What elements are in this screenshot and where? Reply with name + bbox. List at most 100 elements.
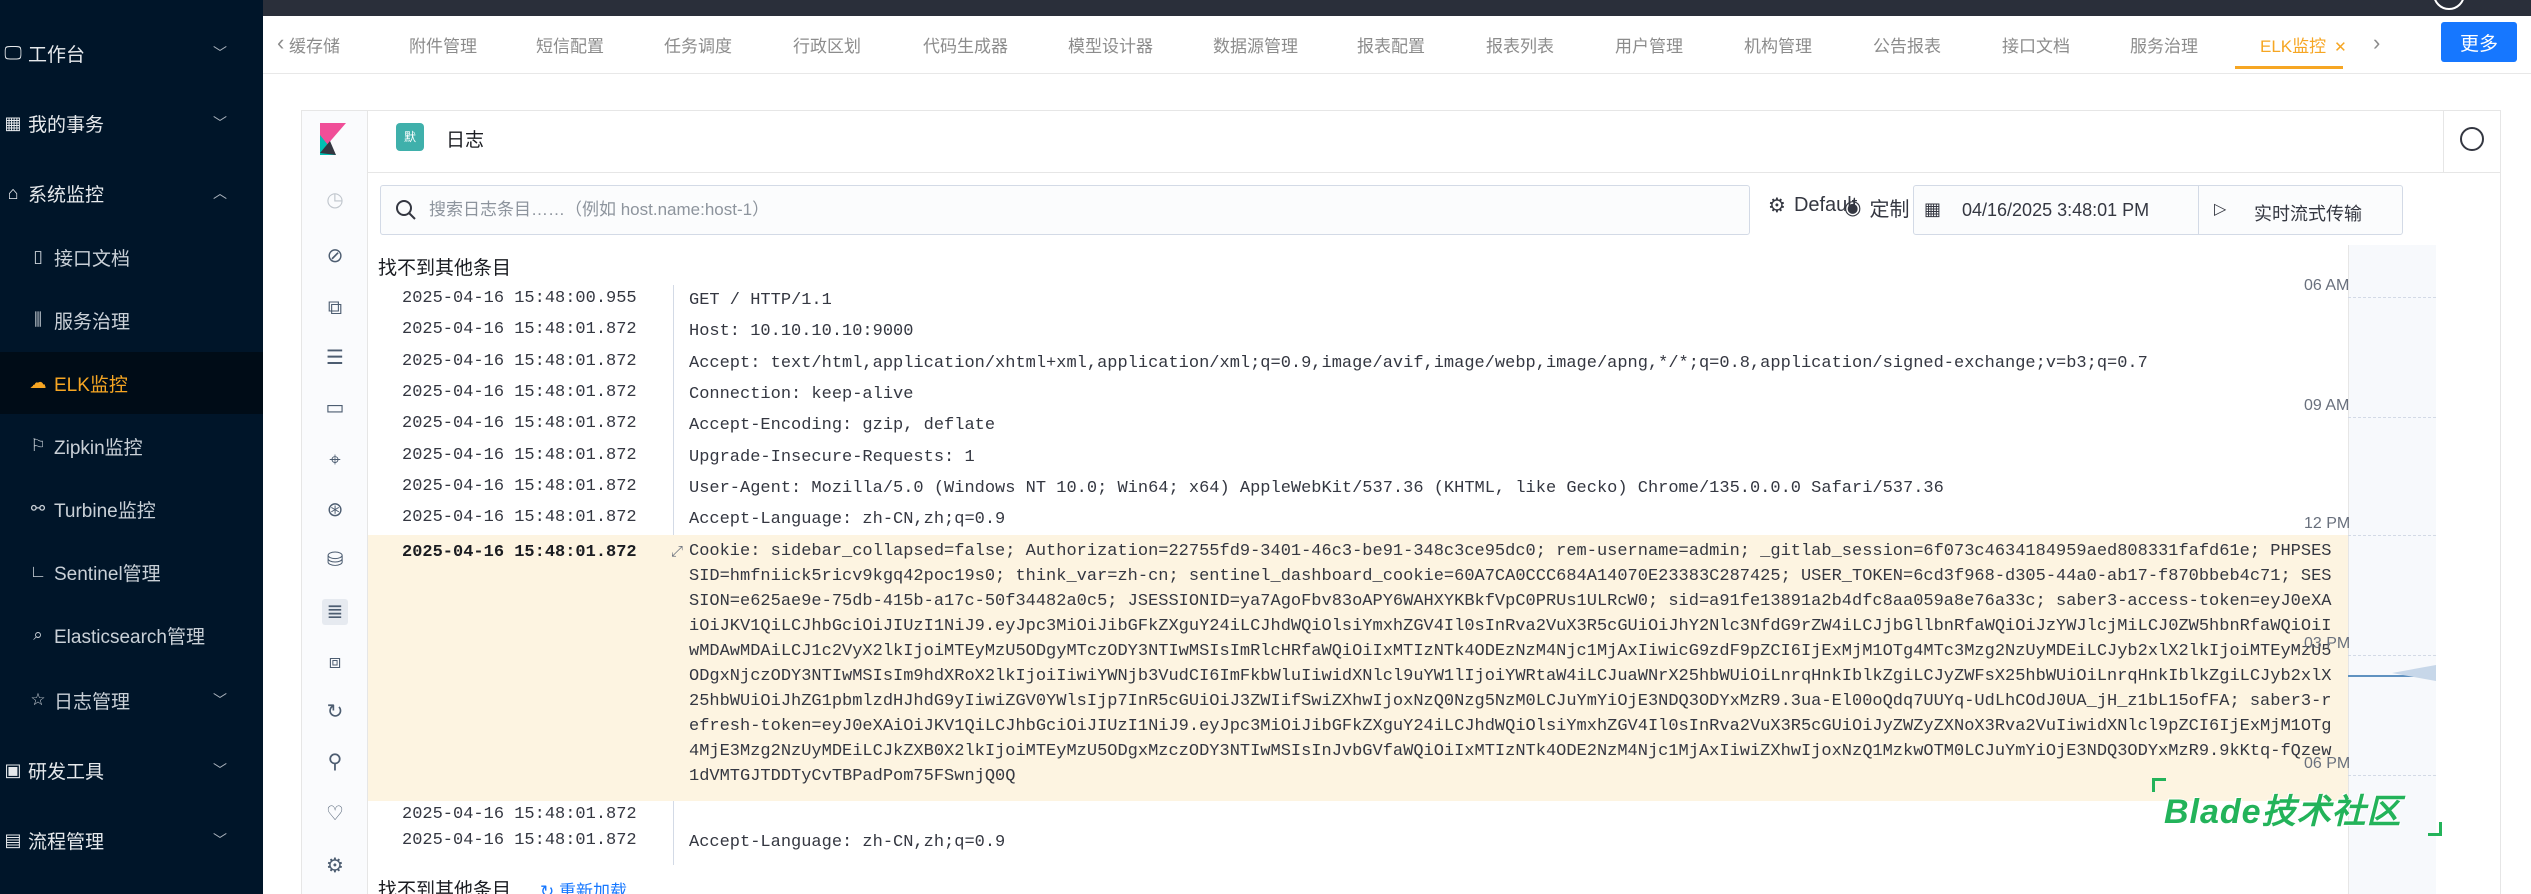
log-entry[interactable]: 2025-04-16 15:48:01.872 Accept-Language: … — [368, 504, 2358, 535]
log-entry[interactable]: 2025-04-16 15:48:01.872 — [368, 801, 2358, 827]
tab-report-list[interactable]: 报表列表 — [1486, 32, 1554, 57]
apm-icon[interactable]: ⧈ — [322, 649, 348, 675]
sidebar-item-label: Sentinel管理 — [54, 563, 161, 585]
dashboard-icon[interactable]: ⧉ — [322, 295, 348, 321]
gear-icon[interactable]: ⚙ — [322, 853, 348, 879]
tab-users[interactable]: 用户管理 — [1615, 32, 1683, 57]
date-value[interactable]: 04/16/2025 3:48:01 PM — [1962, 200, 2149, 221]
logs-icon[interactable]: ≣ — [322, 599, 348, 625]
reload-button[interactable]: ↻ 重新加载 — [540, 877, 627, 894]
sidebar-item-label: ELK监控 — [54, 374, 128, 396]
tab-orgs[interactable]: 机构管理 — [1744, 32, 1812, 57]
bank-icon: ⌂ — [7, 182, 19, 203]
dev-tools-icon[interactable]: ⚲ — [322, 749, 348, 775]
log-timestamp: 2025-04-16 15:48:01.872 — [402, 320, 637, 340]
sidebar-item-elasticsearch[interactable]: ⌕ Elasticsearch管理 — [0, 604, 263, 666]
ml-icon[interactable]: ⊛ — [322, 497, 348, 523]
close-icon[interactable]: ✕ — [2334, 39, 2347, 56]
expand-icon[interactable]: ⤢ — [671, 543, 683, 561]
sidebar-item-elk-monitor[interactable]: ☁ ELK监控 — [0, 352, 263, 414]
sidebar-group-process[interactable]: ▤ 流程管理 ﹀ — [0, 805, 263, 875]
log-entry[interactable]: 2025-04-16 15:48:01.872 Accept-Encoding: … — [368, 410, 2358, 441]
customize-button[interactable]: ◉ 定制 — [1844, 193, 1909, 222]
log-timestamp: 2025-04-16 15:48:01.872 — [402, 508, 637, 528]
sidebar-item-label: 服务治理 — [54, 311, 131, 333]
log-timestamp: 2025-04-16 15:48:01.872 — [402, 414, 637, 434]
tab-attachments[interactable]: 附件管理 — [409, 32, 477, 57]
tab-report-config[interactable]: 报表配置 — [1357, 32, 1425, 57]
log-message: Cookie: sidebar_collapsed=false; Authori… — [689, 542, 2332, 787]
sidebar-item-log-management[interactable]: ☆ 日志管理 ﹀ — [0, 669, 263, 731]
canvas-icon[interactable]: ▭ — [322, 395, 348, 421]
tab-scroll-left-icon[interactable]: ‹ — [277, 30, 284, 56]
search-row: ⚙ Default ◉ 定制 ▦ 04/16/2025 3:48:01 PM ▷… — [368, 173, 2500, 245]
log-entry[interactable]: 2025-04-16 15:48:01.872 Upgrade-Insecure-… — [368, 442, 2358, 473]
log-timestamp: 2025-04-16 15:48:01.872 — [402, 382, 637, 402]
sidebar-item-label: 日志管理 — [54, 691, 131, 713]
sidebar-item-service-governance[interactable]: ⫼ 服务治理 — [0, 289, 263, 351]
no-more-entries-top: 找不到其他条目 — [378, 258, 512, 279]
visualize-icon[interactable]: ☰ — [322, 345, 348, 371]
tab-cache[interactable]: 缓存储 — [289, 32, 340, 57]
search-bar[interactable] — [380, 185, 1750, 235]
sidebar-item-sentinel[interactable]: ∟ Sentinel管理 — [0, 541, 263, 603]
sidebar-item-api-docs[interactable]: ▯ 接口文档 — [0, 226, 263, 288]
help-icon[interactable] — [2460, 127, 2484, 151]
infra-icon[interactable]: ⛁ — [322, 547, 348, 573]
sidebar-item-label: 接口文档 — [54, 248, 131, 270]
tab-service-governance[interactable]: 服务治理 — [2130, 32, 2198, 57]
date-picker[interactable]: ▦ 04/16/2025 3:48:01 PM ▷ 实时流式传输 — [1913, 185, 2403, 235]
gear-icon: ⚙ — [1768, 195, 1786, 217]
tab-scroll-right-icon[interactable]: › — [2373, 30, 2380, 56]
sidebar-group-system-monitor[interactable]: ⌂ 系统监控 ︿ — [0, 158, 263, 228]
tab-code-generator[interactable]: 代码生成器 — [923, 32, 1008, 57]
sidebar-group-label: 系统监控 — [28, 184, 105, 206]
flow-icon: ▤ — [4, 829, 22, 850]
space-badge[interactable]: 默 — [396, 123, 424, 151]
log-entry[interactable]: 2025-04-16 15:48:01.872 Accept: text/html… — [368, 348, 2358, 379]
star-icon: ☆ — [30, 690, 46, 709]
tab-model-designer[interactable]: 模型设计器 — [1068, 32, 1153, 57]
uptime-icon[interactable]: ↻ — [322, 699, 348, 725]
tab-notice-report[interactable]: 公告报表 — [1873, 32, 1941, 57]
cluster-icon: ⚯ — [30, 499, 46, 518]
sidebar-item-label: Zipkin监控 — [54, 437, 143, 459]
minimap-label: 03 PM — [2304, 635, 2351, 652]
search-input[interactable] — [429, 186, 1729, 234]
clock-icon[interactable]: ◷ — [322, 187, 348, 213]
tab-task-scheduler[interactable]: 任务调度 — [664, 32, 732, 57]
maps-icon[interactable]: ⌖ — [322, 447, 348, 473]
more-button[interactable]: 更多 — [2441, 22, 2517, 62]
sidebar-item-turbine[interactable]: ⚯ Turbine监控 — [0, 478, 263, 540]
minimap-highlight — [2392, 665, 2436, 681]
log-entry[interactable]: 2025-04-16 15:48:01.872 Accept-Language: … — [368, 827, 2358, 858]
kibana-panel: ◷ ⊘ ⧉ ☰ ▭ ⌖ ⊛ ⛁ ≣ ⧈ ↻ ⚲ ♡ ⚙ 默 日志 搜索日志条目…… — [301, 110, 2501, 894]
tab-sms-config[interactable]: 短信配置 — [536, 32, 604, 57]
log-entry[interactable]: 2025-04-16 15:48:01.872 Host: 10.10.10.10… — [368, 316, 2358, 347]
chevron-down-icon: ﹀ — [213, 832, 227, 848]
watermark: Blade技术社区 — [2152, 778, 2442, 836]
corner-icon: ∟ — [29, 562, 47, 581]
sidebar-group-my-affairs[interactable]: ▦ 我的事务 ﹀ — [0, 88, 263, 158]
log-entry[interactable]: 2025-04-16 15:48:01.872 Cookie: sidebar_c… — [368, 535, 2358, 802]
tab-regions[interactable]: 行政区划 — [793, 32, 861, 57]
avatar[interactable] — [2433, 0, 2465, 10]
watermark-text: Blade技术社区 — [2164, 793, 2402, 831]
sidebar-item-label: Elasticsearch管理 — [54, 626, 205, 648]
tab-api-docs[interactable]: 接口文档 — [2002, 32, 2070, 57]
tab-elk-monitor[interactable]: ELK监控 ✕ — [2260, 32, 2347, 57]
log-entry[interactable]: 2025-04-16 15:48:01.872 Connection: keep-… — [368, 379, 2358, 410]
sidebar-item-zipkin[interactable]: ⚐ Zipkin监控 — [0, 415, 263, 477]
sidebar-group-workbench[interactable]: 🖵 工作台 ﹀ — [0, 18, 263, 88]
play-icon: ▷ — [2214, 201, 2227, 218]
stream-live-button[interactable]: 实时流式传输 — [2254, 200, 2362, 226]
tab-datasource[interactable]: 数据源管理 — [1213, 32, 1298, 57]
kibana-logo-icon[interactable] — [320, 123, 346, 155]
monitoring-icon[interactable]: ♡ — [322, 801, 348, 827]
log-entry[interactable]: 2025-04-16 15:48:00.955 GET / HTTP/1.1 — [368, 285, 2358, 316]
log-entry[interactable]: 2025-04-16 15:48:01.872 User-Agent: Mozil… — [368, 473, 2358, 504]
sidebar-group-dev-tools[interactable]: ▣ 研发工具 ﹀ — [0, 735, 263, 805]
log-timestamp: 2025-04-16 15:48:00.955 — [402, 289, 637, 308]
compass-icon[interactable]: ⊘ — [322, 243, 348, 269]
log-message: Connection: keep-alive — [689, 384, 914, 404]
